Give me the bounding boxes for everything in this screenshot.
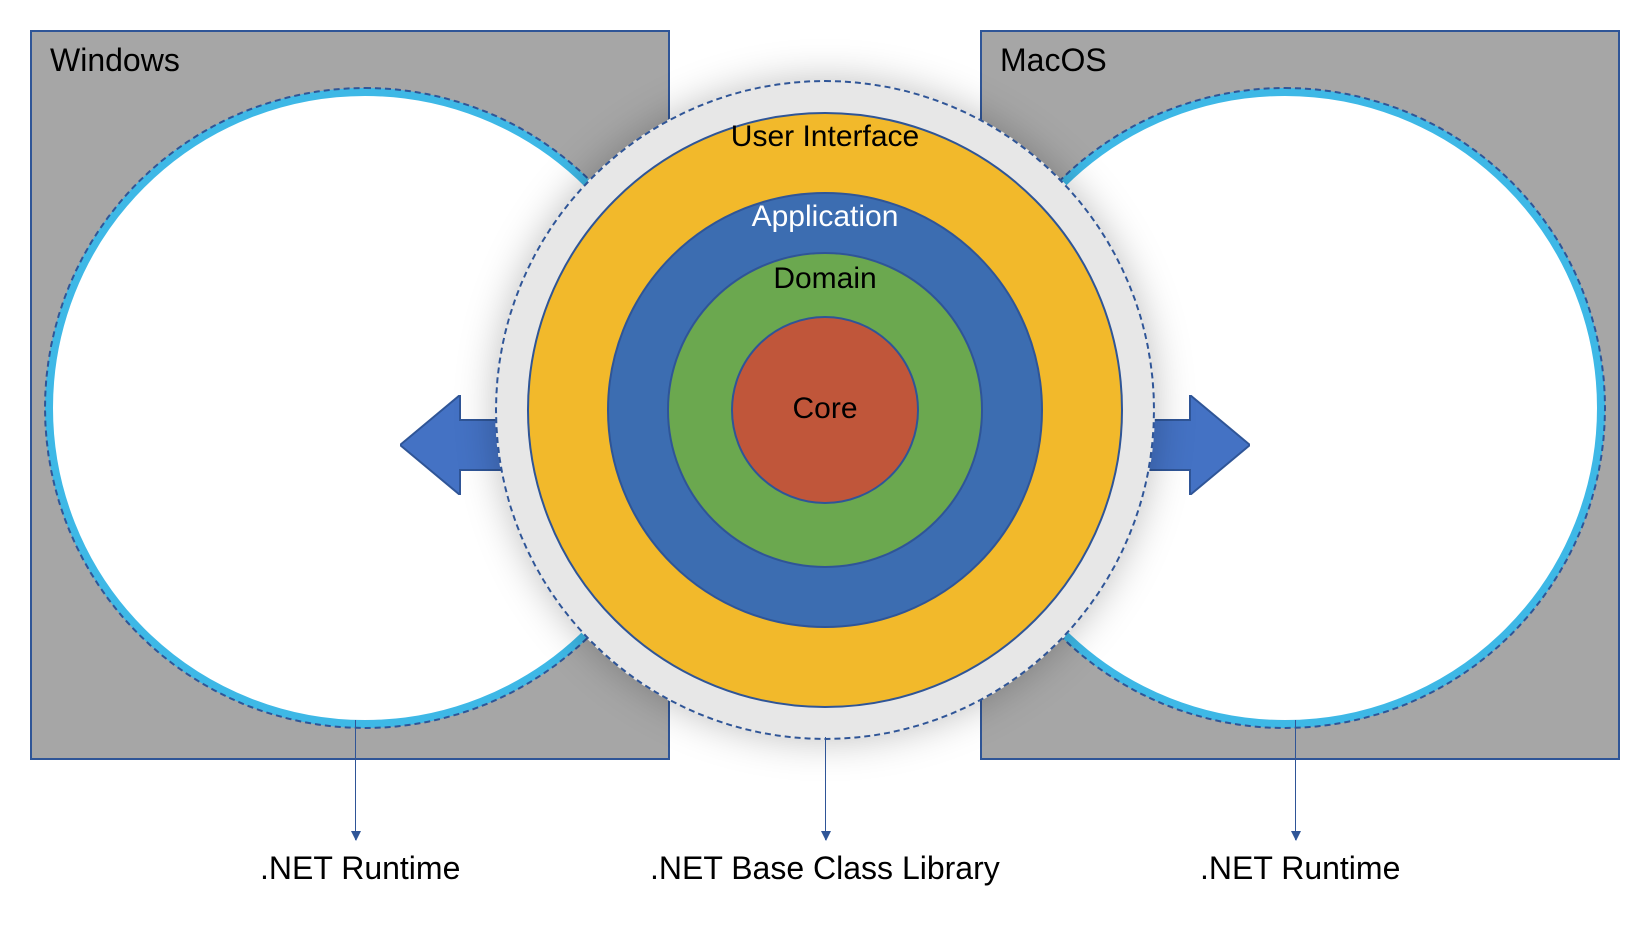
core-ring-label: Core <box>792 392 857 426</box>
domain-ring-label: Domain <box>773 262 876 296</box>
callout-line-center <box>825 737 826 840</box>
callout-line-right <box>1295 720 1296 840</box>
callout-left-label: .NET Runtime <box>260 850 460 887</box>
concentric-layers: User Interface Application Domain Core <box>495 80 1155 740</box>
callout-center-label: .NET Base Class Library <box>650 850 1000 887</box>
architecture-diagram: Windows MacOS User Interface Application… <box>30 30 1620 906</box>
callout-right-label: .NET Runtime <box>1200 850 1400 887</box>
ui-ring-label: User Interface <box>731 120 919 154</box>
callout-line-left <box>355 720 356 840</box>
windows-label: Windows <box>32 32 198 89</box>
application-ring-label: Application <box>752 200 899 234</box>
